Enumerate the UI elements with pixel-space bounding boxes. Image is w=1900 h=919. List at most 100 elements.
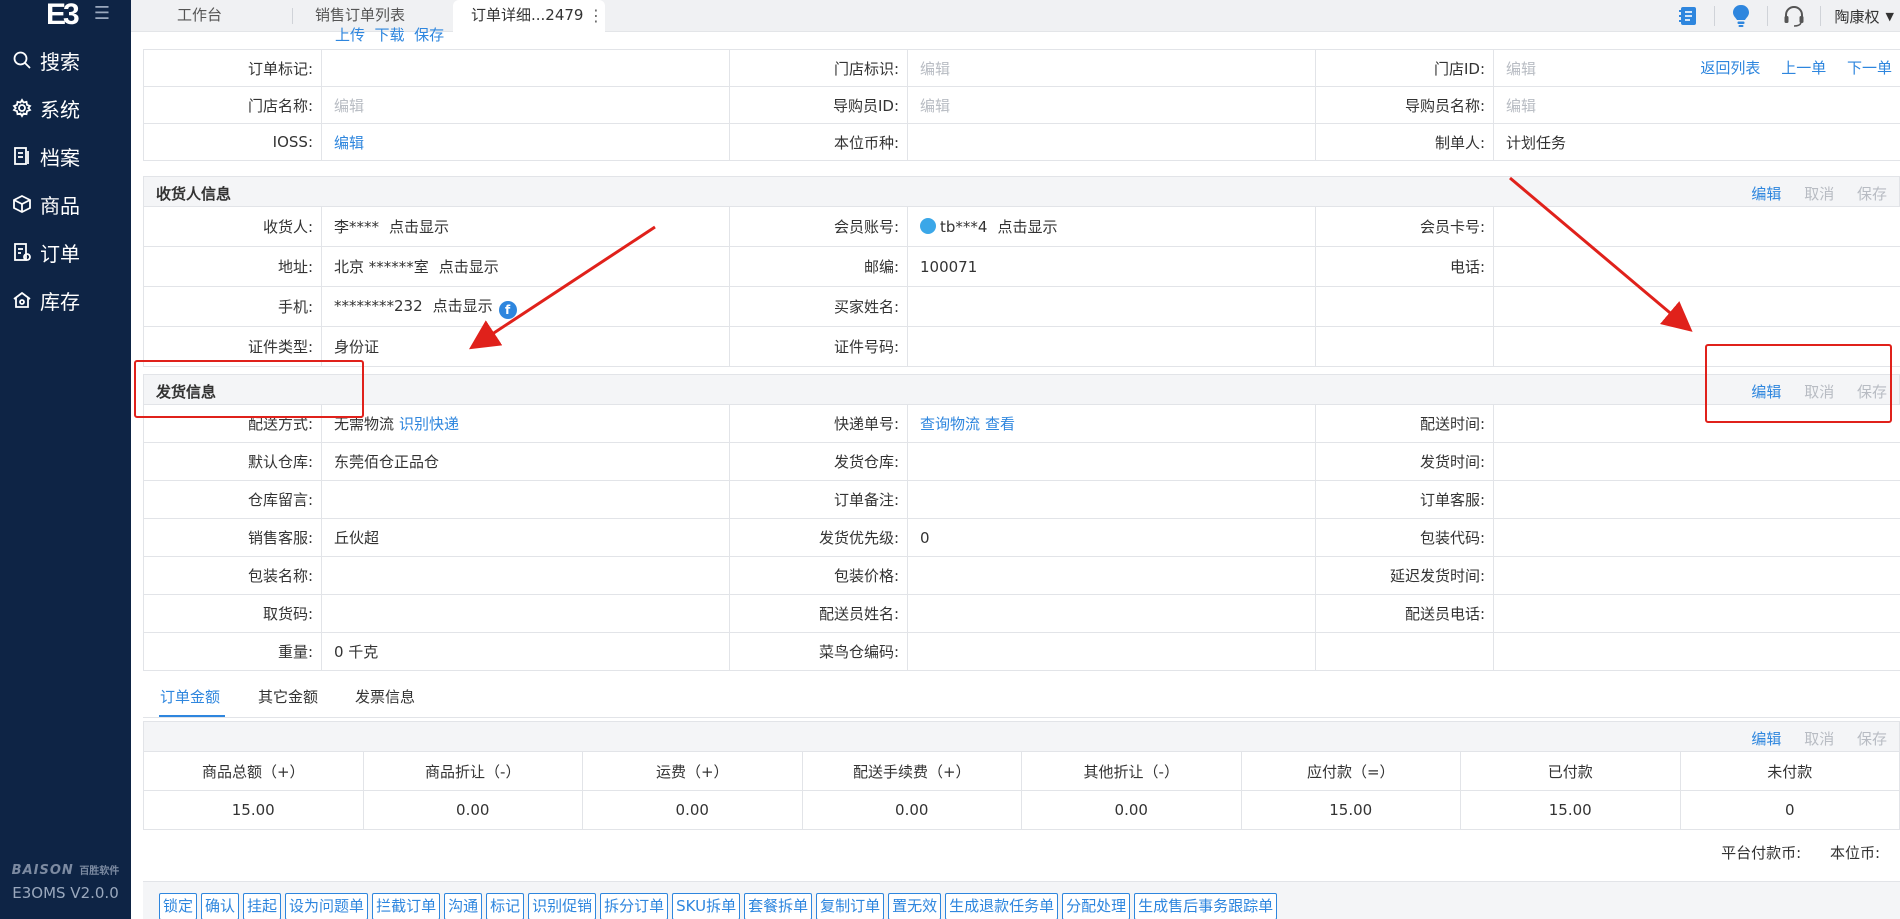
field-label bbox=[1315, 286, 1494, 327]
field-label: 默认仓库: bbox=[143, 442, 322, 481]
tab-invoice-info[interactable]: 发票信息 bbox=[355, 686, 415, 707]
receiver-save-button[interactable]: 保存 bbox=[1857, 185, 1887, 203]
receiver-cancel-button[interactable]: 取消 bbox=[1804, 185, 1834, 203]
amount-cancel-button[interactable]: 取消 bbox=[1804, 730, 1834, 748]
action-button[interactable]: SKU拆单 bbox=[672, 893, 741, 919]
amount-edit-button[interactable]: 编辑 bbox=[1751, 730, 1781, 748]
field-value[interactable]: 编辑 bbox=[907, 86, 1316, 124]
amount-value-cell: 0 bbox=[1679, 790, 1900, 830]
field-label: 延迟发货时间: bbox=[1315, 556, 1494, 595]
show-detail-link[interactable]: 点击显示 bbox=[997, 218, 1057, 236]
field-value bbox=[907, 480, 1316, 519]
action-button[interactable]: 置无效 bbox=[888, 893, 942, 919]
action-button[interactable]: 拆分订单 bbox=[600, 893, 669, 919]
action-button[interactable]: 标记 bbox=[486, 893, 525, 919]
brand-cn: 百胜软件 bbox=[79, 866, 120, 877]
menu-toggle-icon[interactable]: ☰ bbox=[92, 4, 112, 24]
chevron-down-icon[interactable]: ▼ bbox=[1886, 10, 1894, 23]
field-value[interactable]: 查询物流 查看 bbox=[907, 404, 1316, 443]
tab-workbench[interactable]: 工作台 bbox=[131, 0, 291, 32]
field-value[interactable]: 无需物流 识别快递 bbox=[321, 404, 730, 443]
field-value[interactable]: tb***4 点击显示 bbox=[907, 206, 1316, 247]
field-label: 会员卡号: bbox=[1315, 206, 1494, 247]
table-row: 默认仓库: 东莞佰仓正品仓 发货仓库: 发货时间: bbox=[143, 442, 1900, 481]
tab-label: 工作台 bbox=[177, 6, 223, 24]
next-order-link[interactable]: 下一单 bbox=[1847, 59, 1892, 77]
field-value-text[interactable]: 编辑 bbox=[920, 60, 950, 78]
annotation-box-shipping-title bbox=[134, 360, 364, 418]
field-value-text[interactable]: 编辑 bbox=[920, 97, 950, 115]
action-buttons: 锁定 确认 挂起 设为问题单 拦截订单 沟通 标记 识别促销 拆分订单 SKU拆单 套餐拆单 复制订单… bbox=[159, 893, 1281, 919]
toolbar-divider bbox=[1766, 6, 1768, 26]
action-button[interactable]: 复制订单 bbox=[816, 893, 885, 919]
sidebar-item-system[interactable]: 系统 bbox=[0, 84, 131, 132]
field-label: 门店ID: bbox=[1315, 49, 1494, 87]
toolbar-divider bbox=[1819, 6, 1821, 26]
field-value-text[interactable]: 编辑 bbox=[334, 97, 364, 115]
tab-order-detail[interactable]: 订单详细...2479 bbox=[453, 0, 605, 32]
field-value[interactable]: 编辑 bbox=[1493, 86, 1900, 124]
top-fragment[interactable]: 上传 下载 保存 bbox=[335, 24, 444, 45]
field-value[interactable]: 编辑 bbox=[321, 86, 730, 124]
field-value-text[interactable]: 编辑 bbox=[1506, 60, 1536, 78]
warehouse-icon bbox=[13, 291, 31, 308]
platform-currency-label: 平台付款币: bbox=[1721, 844, 1802, 862]
user-name[interactable]: 陶康权 bbox=[1835, 6, 1880, 27]
action-button[interactable]: 拦截订单 bbox=[372, 893, 441, 919]
search-icon bbox=[13, 51, 31, 69]
action-button[interactable]: 分配处理 bbox=[1062, 893, 1131, 919]
action-button[interactable]: 识别促销 bbox=[528, 893, 597, 919]
action-button[interactable]: 设为问题单 bbox=[285, 893, 369, 919]
show-detail-link[interactable]: 点击显示 bbox=[433, 297, 493, 315]
tab-other-amount[interactable]: 其它金额 bbox=[258, 686, 318, 707]
sidebar-item-search[interactable]: 搜索 bbox=[0, 36, 131, 84]
field-value-text: 丘伙超 bbox=[334, 529, 380, 547]
back-to-list-link[interactable]: 返回列表 bbox=[1700, 59, 1760, 77]
sidebar-item-inventory[interactable]: 库存 bbox=[0, 276, 131, 324]
field-value[interactable]: 北京 ******室 点击显示 bbox=[321, 246, 730, 287]
field-label: 导购员ID: bbox=[729, 86, 908, 124]
inline-action-link[interactable]: 查看 bbox=[985, 415, 1015, 433]
field-label: 订单标记: bbox=[143, 49, 322, 87]
action-button[interactable]: 生成退款任务单 bbox=[945, 893, 1059, 919]
field-label: IOSS: bbox=[143, 123, 322, 161]
tab-order-amount[interactable]: 订单金额 bbox=[160, 686, 220, 707]
field-value bbox=[1493, 594, 1900, 633]
action-button[interactable]: 沟通 bbox=[444, 893, 483, 919]
inline-action-link[interactable]: 识别快递 bbox=[399, 415, 459, 433]
sidebar-item-goods[interactable]: 商品 bbox=[0, 180, 131, 228]
show-detail-link[interactable]: 点击显示 bbox=[439, 258, 499, 276]
action-button[interactable]: 确认 bbox=[201, 893, 240, 919]
field-value[interactable]: 李**** 点击显示 bbox=[321, 206, 730, 247]
action-button[interactable]: 锁定 bbox=[159, 893, 198, 919]
prev-order-link[interactable]: 上一单 bbox=[1781, 59, 1826, 77]
amount-value-cell: 0.00 bbox=[801, 790, 1022, 830]
show-detail-link[interactable]: 点击显示 bbox=[389, 218, 449, 236]
field-value[interactable]: ********232 点击显示 f bbox=[321, 286, 730, 327]
field-value[interactable]: 编辑 bbox=[907, 49, 1316, 87]
tab-more-icon[interactable]: ⋮ bbox=[588, 6, 604, 25]
amount-header-cell: 商品总额（+） bbox=[143, 751, 364, 791]
amount-save-button[interactable]: 保存 bbox=[1857, 730, 1887, 748]
action-button[interactable]: 生成售后事务跟踪单 bbox=[1134, 893, 1278, 919]
amount-value-cell: 0.00 bbox=[362, 790, 583, 830]
action-button[interactable]: 套餐拆单 bbox=[744, 893, 813, 919]
box-icon bbox=[13, 194, 31, 214]
notebook-icon[interactable] bbox=[1674, 2, 1702, 30]
field-value[interactable]: 编辑 bbox=[321, 123, 730, 161]
field-value-text: ********232 bbox=[334, 296, 423, 315]
action-button[interactable]: 挂起 bbox=[243, 893, 282, 919]
field-value-text[interactable]: 查询物流 bbox=[920, 415, 980, 433]
sidebar-item-archive[interactable]: 档案 bbox=[0, 132, 131, 180]
sidebar-item-order[interactable]: 订单 bbox=[0, 228, 131, 276]
receiver-edit-button[interactable]: 编辑 bbox=[1751, 185, 1781, 203]
table-row: 包装名称: 包装价格: 延迟发货时间: bbox=[143, 556, 1900, 595]
facebook-icon[interactable]: f bbox=[498, 300, 517, 319]
field-label bbox=[1315, 632, 1494, 671]
headset-icon[interactable] bbox=[1780, 2, 1808, 30]
field-value bbox=[907, 442, 1316, 481]
field-value-text[interactable]: 编辑 bbox=[1506, 97, 1536, 115]
lightbulb-icon[interactable] bbox=[1727, 2, 1755, 30]
amount-value-row: 15.00 0.00 0.00 0.00 0.00 15.00 15.00 0 bbox=[143, 790, 1900, 830]
field-value-text[interactable]: 编辑 bbox=[334, 134, 364, 152]
